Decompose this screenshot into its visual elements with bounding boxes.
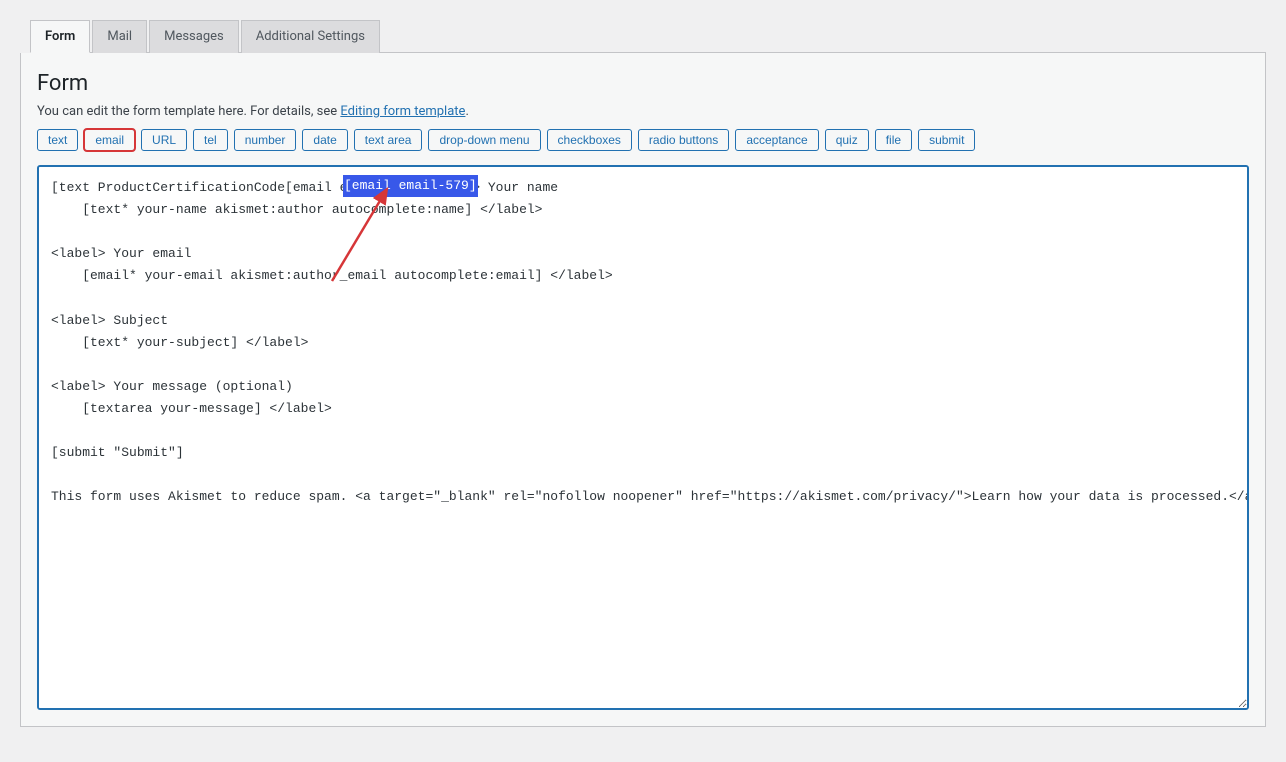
tag-btn-checkboxes[interactable]: checkboxes [547, 129, 632, 151]
form-panel: Form You can edit the form template here… [20, 53, 1266, 727]
tag-button-row: text email URL tel number date text area… [37, 129, 1249, 151]
editor-wrapper: [email email-579] [37, 165, 1249, 714]
tag-btn-textarea[interactable]: text area [354, 129, 423, 151]
tag-btn-email[interactable]: email [84, 129, 135, 151]
form-template-editor[interactable] [37, 165, 1249, 710]
tab-mail[interactable]: Mail [92, 20, 147, 53]
help-text: You can edit the form template here. For… [37, 104, 1249, 119]
tag-btn-submit[interactable]: submit [918, 129, 975, 151]
tabs-bar: Form Mail Messages Additional Settings [30, 20, 1266, 53]
tag-btn-date[interactable]: date [302, 129, 347, 151]
tag-btn-tel[interactable]: tel [193, 129, 228, 151]
tab-messages[interactable]: Messages [149, 20, 239, 53]
tag-btn-file[interactable]: file [875, 129, 912, 151]
tag-btn-radio[interactable]: radio buttons [638, 129, 729, 151]
tab-form[interactable]: Form [30, 20, 90, 53]
tag-btn-number[interactable]: number [234, 129, 297, 151]
help-text-suffix: . [465, 104, 468, 119]
help-link[interactable]: Editing form template [340, 104, 465, 119]
help-text-prefix: You can edit the form template here. For… [37, 104, 340, 119]
tag-btn-dropdown[interactable]: drop-down menu [428, 129, 540, 151]
tag-btn-quiz[interactable]: quiz [825, 129, 869, 151]
tag-btn-acceptance[interactable]: acceptance [735, 129, 818, 151]
section-title: Form [37, 71, 1249, 96]
tag-btn-url[interactable]: URL [141, 129, 187, 151]
tab-additional-settings[interactable]: Additional Settings [241, 20, 380, 53]
tag-btn-text[interactable]: text [37, 129, 78, 151]
